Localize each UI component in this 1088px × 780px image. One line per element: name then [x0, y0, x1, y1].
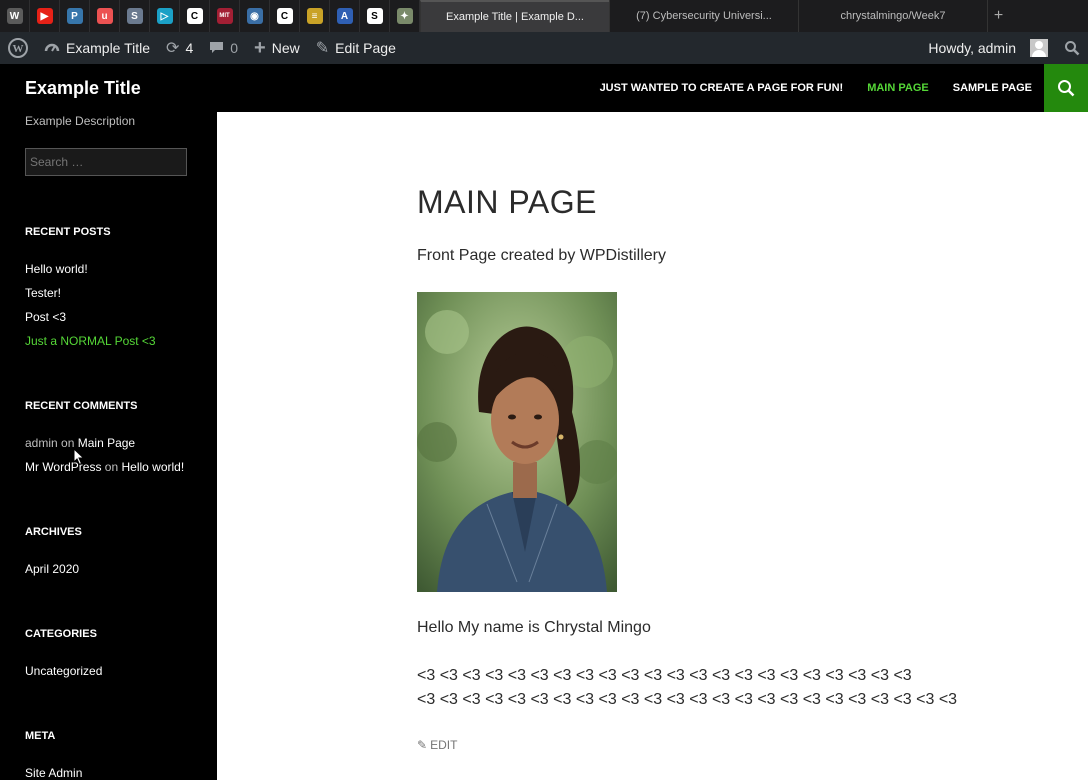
pinned-tab[interactable]: A	[330, 0, 360, 32]
intro-text: Front Page created by WPDistillery	[417, 247, 666, 264]
updates-icon: ⟳	[166, 40, 180, 57]
globe-icon: ◉	[246, 8, 263, 24]
comment-on: on	[104, 460, 119, 474]
mit-ocw-icon: MIT	[216, 8, 233, 24]
admin-search-button[interactable]	[1056, 32, 1088, 64]
hello-text: Hello My name is Chrystal Mingo	[417, 619, 651, 636]
recent-post-link[interactable]: Post <3	[25, 310, 66, 324]
tab-example-title[interactable]: Example Title | Example D...	[420, 0, 609, 32]
site-title[interactable]: Example Title	[25, 78, 141, 99]
search-icon	[1065, 41, 1080, 56]
pinned-tab[interactable]: C	[270, 0, 300, 32]
categories-heading: CATEGORIES	[25, 628, 97, 640]
category-link[interactable]: Uncategorized	[25, 664, 102, 678]
pinned-tab[interactable]: S	[360, 0, 390, 32]
main-content: MAIN PAGE Front Page created by WPDistil…	[217, 112, 1088, 780]
nav-item-fun-page[interactable]: JUST WANTED TO CREATE A PAGE FOR FUN!	[588, 82, 856, 94]
site-name-label: Example Title	[66, 40, 151, 56]
sidebar: Example Description RECENT POSTS Hello w…	[0, 112, 217, 780]
recent-post-link[interactable]: Just a NORMAL Post <3	[25, 334, 156, 348]
recent-posts-heading: RECENT POSTS	[25, 226, 111, 238]
primary-nav: JUST WANTED TO CREATE A PAGE FOR FUN! MA…	[588, 64, 1044, 112]
pinned-tab[interactable]: C	[180, 0, 210, 32]
wordpress-logo-icon: W	[8, 38, 28, 58]
edit-page-menu[interactable]: ✎ Edit Page	[308, 32, 404, 64]
archive-link[interactable]: April 2020	[25, 562, 79, 576]
s-app-icon: S	[126, 8, 143, 24]
bird-icon: ✦	[396, 8, 413, 24]
site-description: Example Description	[25, 114, 136, 128]
recent-comment-item: Mr WordPress on Hello world!	[25, 460, 184, 474]
wp-logo-menu[interactable]: W	[0, 32, 36, 64]
c-app-icon: C	[186, 8, 203, 24]
recent-post-link[interactable]: Tester!	[25, 286, 61, 300]
c-app-icon-2: C	[276, 8, 293, 24]
plus-icon: +	[254, 36, 266, 59]
tab-cybersecurity[interactable]: (7) Cybersecurity Universi...	[609, 0, 798, 32]
new-tab-button[interactable]: +	[987, 0, 1009, 32]
comment-post-link[interactable]: Hello world!	[122, 460, 185, 474]
search-toggle-button[interactable]	[1044, 64, 1088, 112]
site-header: Example Title JUST WANTED TO CREATE A PA…	[0, 64, 1088, 112]
pinned-tab[interactable]: MIT	[210, 0, 240, 32]
comments-menu[interactable]: 0	[201, 32, 246, 64]
search-icon	[1058, 80, 1075, 97]
nav-item-sample-page[interactable]: SAMPLE PAGE	[941, 82, 1044, 94]
comment-icon	[210, 42, 224, 53]
comment-author: admin	[25, 436, 58, 450]
recent-comments-heading: RECENT COMMENTS	[25, 400, 138, 412]
updates-menu[interactable]: ⟳ 4	[158, 32, 201, 64]
pinned-tab[interactable]: u	[90, 0, 120, 32]
edit-page-label: Edit Page	[335, 40, 396, 56]
new-content-menu[interactable]: + New	[246, 32, 308, 64]
meta-link[interactable]: Site Admin	[25, 766, 82, 780]
udemy-icon: u	[96, 8, 113, 24]
s-black-icon: S	[366, 8, 383, 24]
tab-week7[interactable]: chrystalmingo/Week7	[798, 0, 987, 32]
hearts-line-2: <3 <3 <3 <3 <3 <3 <3 <3 <3 <3 <3 <3 <3 <…	[417, 691, 958, 708]
pencil-icon: ✎	[417, 738, 428, 752]
dashboard-icon	[44, 43, 60, 52]
mouse-cursor-icon	[73, 448, 85, 466]
pinned-tab[interactable]: ✦	[390, 0, 420, 32]
play-app-icon: ▷	[156, 8, 173, 24]
howdy-label: Howdy, admin	[928, 40, 1016, 56]
archives-heading: ARCHIVES	[25, 526, 82, 538]
wordpress-icon: W	[6, 8, 23, 24]
svg-text:W: W	[13, 43, 24, 55]
notes-icon: ≡	[306, 8, 323, 24]
new-label: New	[271, 40, 300, 56]
browser-tab-strip: W ▶ Pu S ▷ C MIT ◉ C ≡ A S ✦ Example Title | Example…	[0, 0, 1088, 32]
comment-author-link[interactable]: Mr WordPress	[25, 460, 101, 474]
comments-count: 0	[230, 40, 239, 56]
python-icon: P	[66, 8, 83, 24]
page-title: MAIN PAGE	[417, 184, 597, 220]
meta-heading: META	[25, 730, 56, 742]
pinned-tab[interactable]: P	[60, 0, 90, 32]
pinned-tab[interactable]: ▶	[30, 0, 60, 32]
hearts-line-1: <3 <3 <3 <3 <3 <3 <3 <3 <3 <3 <3 <3 <3 <…	[417, 667, 912, 684]
pinned-tab[interactable]: ≡	[300, 0, 330, 32]
youtube-icon: ▶	[36, 8, 53, 24]
pencil-icon: ✎	[315, 40, 330, 57]
search-input[interactable]	[25, 148, 187, 176]
pinned-tab[interactable]: S	[120, 0, 150, 32]
edit-label: EDIT	[430, 738, 458, 752]
site-name-menu[interactable]: Example Title	[36, 32, 158, 64]
comment-post-link[interactable]: Main Page	[78, 436, 135, 450]
account-menu[interactable]: Howdy, admin	[920, 32, 1056, 64]
pinned-tab[interactable]: W	[0, 0, 30, 32]
updates-count: 4	[185, 40, 194, 56]
edit-link[interactable]: ✎ EDIT	[417, 738, 457, 752]
avatar	[1030, 39, 1048, 57]
nav-item-main-page[interactable]: MAIN PAGE	[855, 82, 941, 94]
profile-photo	[417, 292, 617, 592]
pinned-tab[interactable]: ◉	[240, 0, 270, 32]
a-app-icon: A	[336, 8, 353, 24]
pinned-tabs: W ▶ Pu S ▷ C MIT ◉ C ≡ A S ✦	[0, 0, 420, 32]
recent-post-link[interactable]: Hello world!	[25, 262, 88, 276]
wp-admin-bar: W Example Title ⟳ 4 0 + New ✎ Edit Page …	[0, 32, 1088, 64]
pinned-tab[interactable]: ▷	[150, 0, 180, 32]
